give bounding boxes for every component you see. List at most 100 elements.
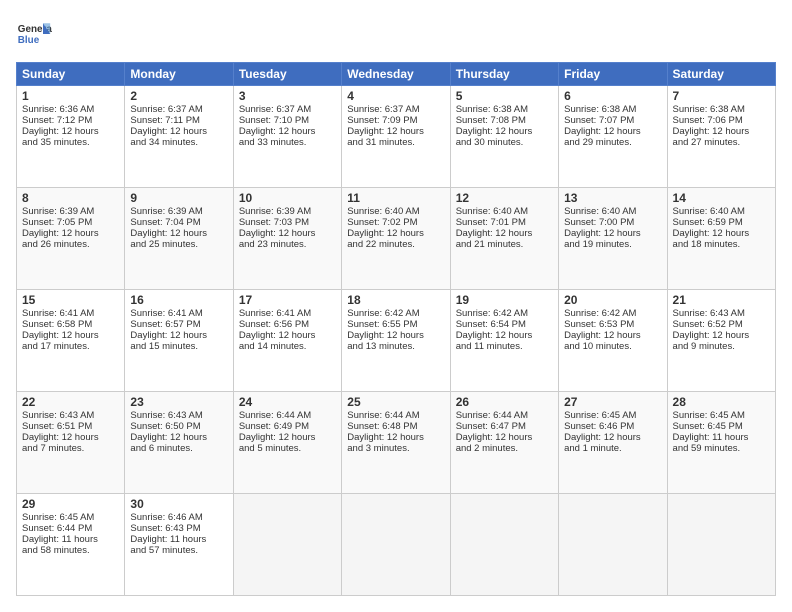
- day-number: 18: [347, 293, 444, 307]
- day-info-line-4: and 19 minutes.: [564, 239, 661, 250]
- col-header-saturday: Saturday: [667, 63, 775, 86]
- day-number: 17: [239, 293, 336, 307]
- day-info-line-1: Sunrise: 6:39 AM: [239, 206, 336, 217]
- day-info-line-4: and 15 minutes.: [130, 341, 227, 352]
- day-cell-28: 28Sunrise: 6:45 AMSunset: 6:45 PMDayligh…: [667, 392, 775, 494]
- day-cell-24: 24Sunrise: 6:44 AMSunset: 6:49 PMDayligh…: [233, 392, 341, 494]
- day-info-line-4: and 18 minutes.: [673, 239, 770, 250]
- day-info-line-3: Daylight: 12 hours: [456, 228, 553, 239]
- day-info-line-3: Daylight: 12 hours: [22, 432, 119, 443]
- day-number: 5: [456, 89, 553, 103]
- day-number: 29: [22, 497, 119, 511]
- day-info-line-2: Sunset: 7:02 PM: [347, 217, 444, 228]
- day-info-line-3: Daylight: 12 hours: [347, 432, 444, 443]
- day-info-line-4: and 34 minutes.: [130, 137, 227, 148]
- day-info-line-4: and 22 minutes.: [347, 239, 444, 250]
- calendar-week-1: 1Sunrise: 6:36 AMSunset: 7:12 PMDaylight…: [17, 86, 776, 188]
- day-info-line-2: Sunset: 7:12 PM: [22, 115, 119, 126]
- day-cell-12: 12Sunrise: 6:40 AMSunset: 7:01 PMDayligh…: [450, 188, 558, 290]
- day-info-line-2: Sunset: 6:53 PM: [564, 319, 661, 330]
- col-header-monday: Monday: [125, 63, 233, 86]
- day-number: 21: [673, 293, 770, 307]
- calendar-week-4: 22Sunrise: 6:43 AMSunset: 6:51 PMDayligh…: [17, 392, 776, 494]
- calendar-table: SundayMondayTuesdayWednesdayThursdayFrid…: [16, 62, 776, 596]
- day-info-line-2: Sunset: 7:00 PM: [564, 217, 661, 228]
- day-info-line-4: and 9 minutes.: [673, 341, 770, 352]
- day-info-line-4: and 5 minutes.: [239, 443, 336, 454]
- day-number: 7: [673, 89, 770, 103]
- empty-cell: [559, 494, 667, 596]
- day-info-line-3: Daylight: 12 hours: [22, 228, 119, 239]
- day-info-line-1: Sunrise: 6:37 AM: [239, 104, 336, 115]
- day-info-line-1: Sunrise: 6:38 AM: [456, 104, 553, 115]
- day-number: 28: [673, 395, 770, 409]
- day-info-line-1: Sunrise: 6:42 AM: [347, 308, 444, 319]
- day-cell-15: 15Sunrise: 6:41 AMSunset: 6:58 PMDayligh…: [17, 290, 125, 392]
- day-info-line-1: Sunrise: 6:41 AM: [22, 308, 119, 319]
- col-header-sunday: Sunday: [17, 63, 125, 86]
- day-info-line-3: Daylight: 12 hours: [673, 330, 770, 341]
- day-info-line-2: Sunset: 6:45 PM: [673, 421, 770, 432]
- day-number: 23: [130, 395, 227, 409]
- day-number: 4: [347, 89, 444, 103]
- day-info-line-1: Sunrise: 6:42 AM: [564, 308, 661, 319]
- day-number: 10: [239, 191, 336, 205]
- day-cell-7: 7Sunrise: 6:38 AMSunset: 7:06 PMDaylight…: [667, 86, 775, 188]
- day-info-line-2: Sunset: 6:52 PM: [673, 319, 770, 330]
- day-cell-8: 8Sunrise: 6:39 AMSunset: 7:05 PMDaylight…: [17, 188, 125, 290]
- col-header-tuesday: Tuesday: [233, 63, 341, 86]
- col-header-wednesday: Wednesday: [342, 63, 450, 86]
- day-number: 11: [347, 191, 444, 205]
- day-cell-4: 4Sunrise: 6:37 AMSunset: 7:09 PMDaylight…: [342, 86, 450, 188]
- logo: General Blue: [16, 16, 52, 52]
- day-info-line-3: Daylight: 12 hours: [456, 126, 553, 137]
- day-info-line-2: Sunset: 6:50 PM: [130, 421, 227, 432]
- day-info-line-2: Sunset: 7:04 PM: [130, 217, 227, 228]
- empty-cell: [233, 494, 341, 596]
- day-cell-21: 21Sunrise: 6:43 AMSunset: 6:52 PMDayligh…: [667, 290, 775, 392]
- day-number: 27: [564, 395, 661, 409]
- day-cell-25: 25Sunrise: 6:44 AMSunset: 6:48 PMDayligh…: [342, 392, 450, 494]
- day-info-line-3: Daylight: 11 hours: [673, 432, 770, 443]
- day-info-line-4: and 14 minutes.: [239, 341, 336, 352]
- day-number: 20: [564, 293, 661, 307]
- day-info-line-3: Daylight: 12 hours: [347, 228, 444, 239]
- day-info-line-2: Sunset: 6:49 PM: [239, 421, 336, 432]
- day-info-line-2: Sunset: 6:55 PM: [347, 319, 444, 330]
- day-info-line-2: Sunset: 6:54 PM: [456, 319, 553, 330]
- day-info-line-3: Daylight: 12 hours: [130, 432, 227, 443]
- day-info-line-4: and 2 minutes.: [456, 443, 553, 454]
- day-cell-22: 22Sunrise: 6:43 AMSunset: 6:51 PMDayligh…: [17, 392, 125, 494]
- day-cell-27: 27Sunrise: 6:45 AMSunset: 6:46 PMDayligh…: [559, 392, 667, 494]
- day-cell-16: 16Sunrise: 6:41 AMSunset: 6:57 PMDayligh…: [125, 290, 233, 392]
- day-info-line-1: Sunrise: 6:39 AM: [130, 206, 227, 217]
- day-info-line-3: Daylight: 12 hours: [673, 126, 770, 137]
- day-info-line-4: and 57 minutes.: [130, 545, 227, 556]
- logo-icon: General Blue: [16, 16, 52, 52]
- day-info-line-4: and 17 minutes.: [22, 341, 119, 352]
- day-info-line-2: Sunset: 6:46 PM: [564, 421, 661, 432]
- day-info-line-2: Sunset: 7:09 PM: [347, 115, 444, 126]
- day-cell-5: 5Sunrise: 6:38 AMSunset: 7:08 PMDaylight…: [450, 86, 558, 188]
- day-info-line-4: and 29 minutes.: [564, 137, 661, 148]
- day-cell-26: 26Sunrise: 6:44 AMSunset: 6:47 PMDayligh…: [450, 392, 558, 494]
- day-number: 19: [456, 293, 553, 307]
- day-info-line-3: Daylight: 12 hours: [239, 330, 336, 341]
- day-info-line-2: Sunset: 7:11 PM: [130, 115, 227, 126]
- day-number: 30: [130, 497, 227, 511]
- day-info-line-2: Sunset: 7:03 PM: [239, 217, 336, 228]
- day-info-line-1: Sunrise: 6:42 AM: [456, 308, 553, 319]
- col-header-friday: Friday: [559, 63, 667, 86]
- day-info-line-3: Daylight: 12 hours: [22, 330, 119, 341]
- day-info-line-4: and 35 minutes.: [22, 137, 119, 148]
- day-info-line-1: Sunrise: 6:41 AM: [239, 308, 336, 319]
- day-info-line-1: Sunrise: 6:40 AM: [673, 206, 770, 217]
- day-info-line-4: and 30 minutes.: [456, 137, 553, 148]
- day-info-line-1: Sunrise: 6:46 AM: [130, 512, 227, 523]
- calendar-week-5: 29Sunrise: 6:45 AMSunset: 6:44 PMDayligh…: [17, 494, 776, 596]
- day-info-line-1: Sunrise: 6:37 AM: [347, 104, 444, 115]
- day-number: 14: [673, 191, 770, 205]
- day-info-line-1: Sunrise: 6:40 AM: [347, 206, 444, 217]
- day-info-line-4: and 3 minutes.: [347, 443, 444, 454]
- day-info-line-1: Sunrise: 6:44 AM: [239, 410, 336, 421]
